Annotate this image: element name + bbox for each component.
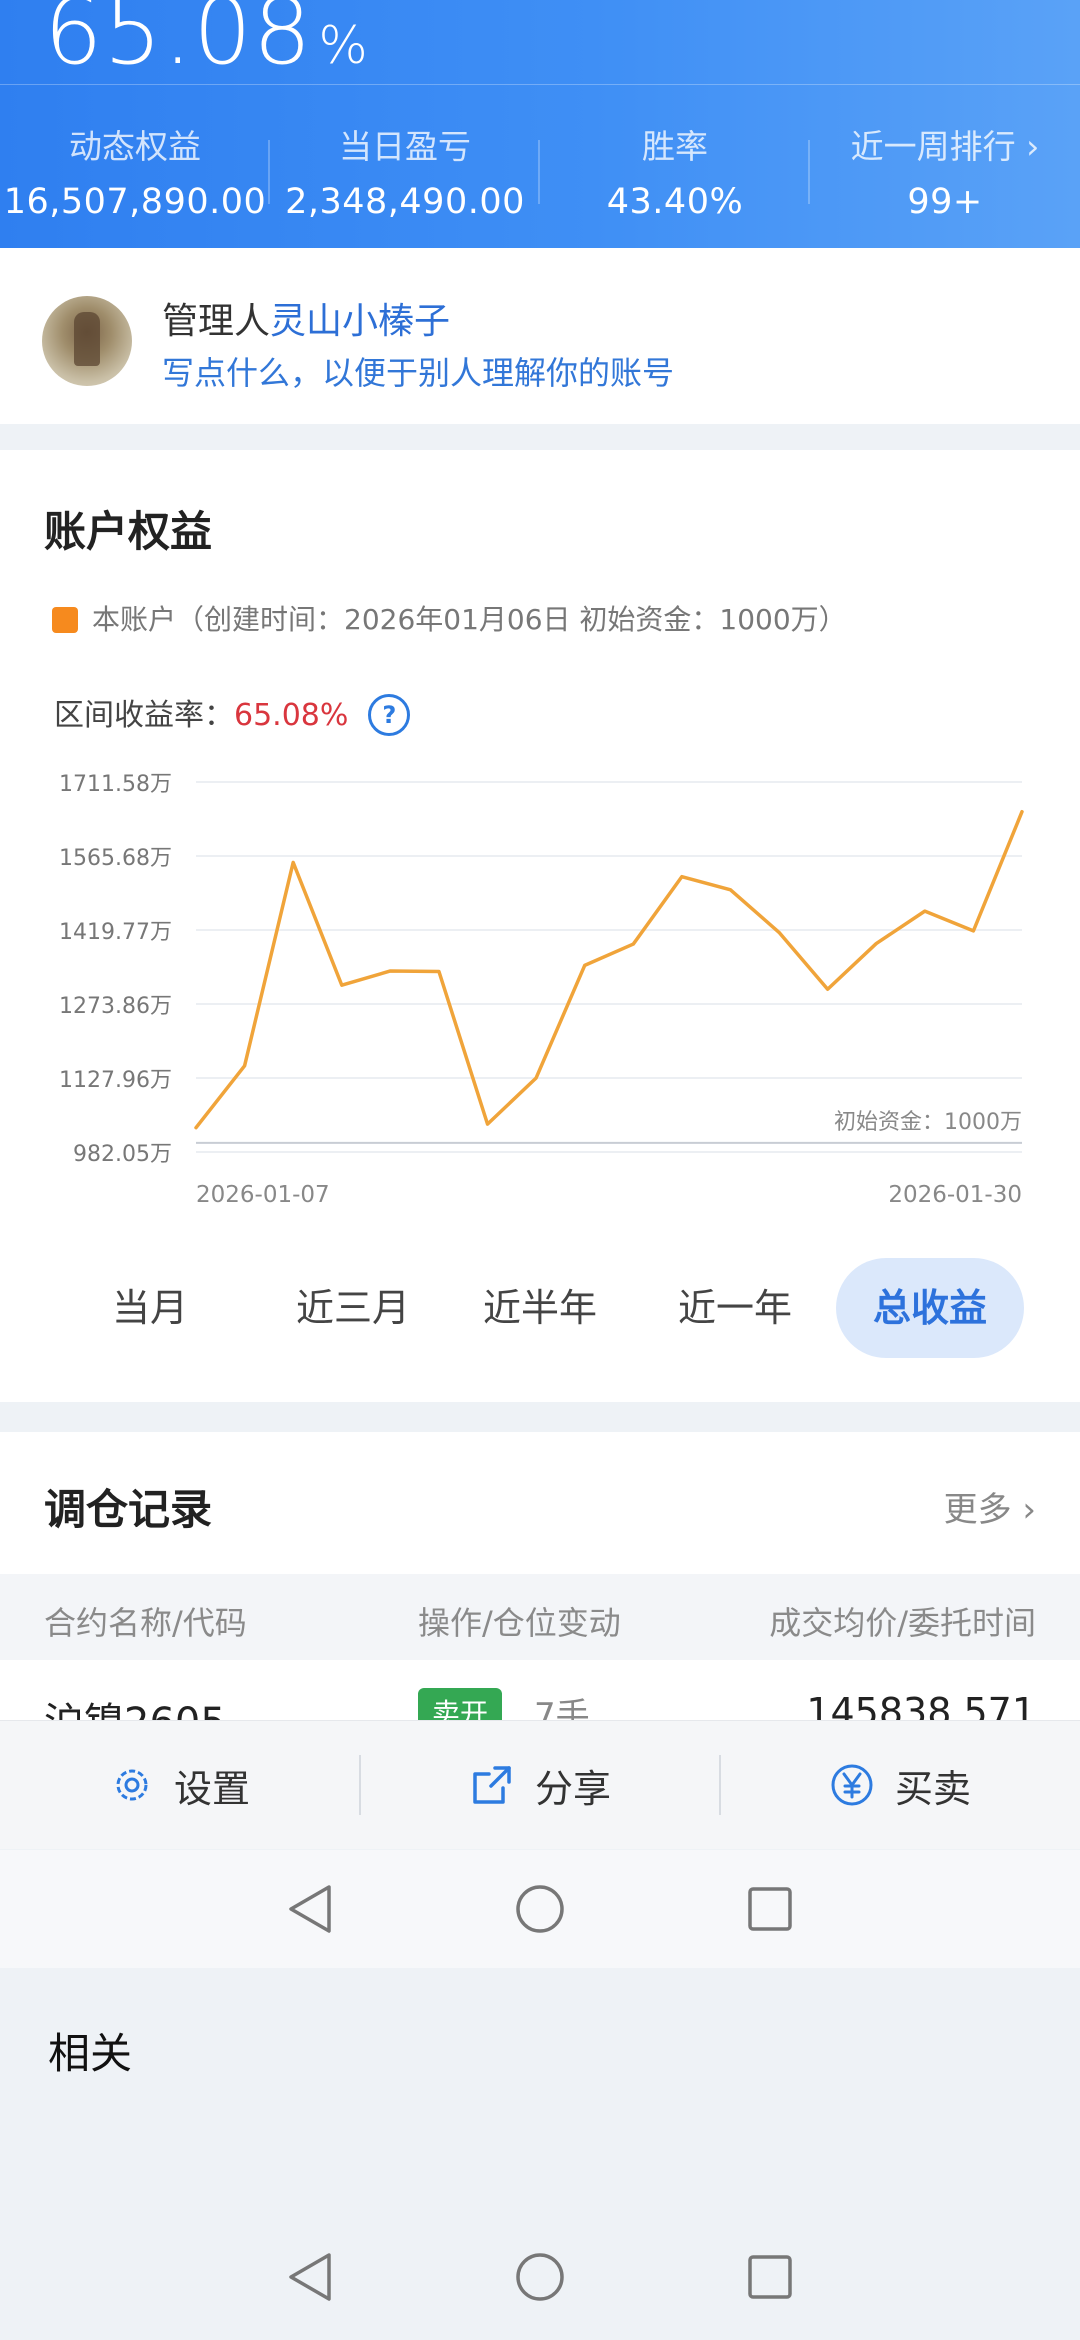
interval-return-value: 65.08% [234,698,349,733]
trade-button[interactable]: 买卖 [720,1721,1080,1849]
trades-title: 调仓记录 [44,1485,213,1534]
total-return: 65.08% [44,0,369,85]
stat-dynamic-equity: 动态权益 16,507,890.00 [0,120,270,222]
y-tick-label: 1127.96万 [59,1068,172,1093]
nav-recents-button[interactable] [655,2253,885,2301]
tab-three-months[interactable]: 近三月 [268,1258,438,1358]
column-header-operation: 操作/仓位变动 [418,1604,621,1642]
nav-back-button[interactable] [195,1883,425,1935]
sell-open-badge: 卖开 [418,1688,503,1722]
settings-label: 设置 [173,1766,250,1811]
tab-half-year[interactable]: 近半年 [465,1258,615,1358]
stat-weekly-rank[interactable]: 近一周排行 › 99+ [810,120,1080,222]
home-circle-icon [516,1885,564,1933]
nav-home-button[interactable] [425,1883,655,1935]
chart-legend: 本账户（创建时间：2026年01月06日 初始资金：1000万） [52,598,847,638]
tab-current-month[interactable]: 当月 [80,1258,220,1358]
y-tick-label: 1419.77万 [59,920,172,945]
trade-records-card: 调仓记录 更多 › 合约名称/代码 操作/仓位变动 成交均价/委托时间 沪镍26… [0,1432,1080,1722]
stat-daily-pnl: 当日盈亏 2,348,490.00 [270,120,540,222]
share-label: 分享 [534,1766,611,1811]
manager-name[interactable]: 灵山小榛子 [270,301,450,342]
bio-input[interactable]: 写点什么，以便于别人理解你的账号 [162,348,674,394]
settings-button[interactable]: 设置 [0,1721,360,1849]
stat-label: 动态权益 [69,127,201,166]
yen-icon [831,1764,873,1806]
stat-label: 当日盈亏 [339,127,471,166]
y-tick-label: 1273.86万 [59,994,172,1019]
share-button[interactable]: 分享 [360,1721,720,1849]
y-tick-label: 1565.68万 [59,846,172,871]
account-summary-header: 65.08% 动态权益 16,507,890.00 当日盈亏 2,348,490… [0,0,1080,248]
tab-total-return[interactable]: 总收益 [836,1258,1024,1358]
avg-price: 145838.571 [806,1690,1036,1722]
nav-recents-button[interactable] [655,1885,885,1933]
trade-label: 买卖 [894,1766,971,1811]
x-tick-label: 2026-01-07 [196,1182,330,1208]
gear-icon [116,1769,148,1801]
equity-title: 账户权益 [44,507,213,556]
related-section-title: 相关 [48,2029,133,2078]
system-nav-bar [0,2218,1080,2336]
equity-chart: 1711.58万 1565.68万 1419.77万 1273.86万 1127.96万… [59,772,1024,1208]
contract-name[interactable]: 沪镍2605 [44,1690,226,1722]
x-tick-label: 2026-01-30 [888,1182,1022,1208]
total-return-unit: % [318,16,369,76]
recents-square-icon [748,1887,792,1931]
back-triangle-icon [289,2253,331,2301]
stat-value: 43.40% [606,182,744,222]
table-header: 合约名称/代码 操作/仓位变动 成交均价/委托时间 [0,1574,1080,1660]
legend-text: 本账户（创建时间：2026年01月06日 初始资金：1000万） [92,603,847,636]
manager-card: 管理人灵山小榛子 写点什么，以便于别人理解你的账号 [0,248,1080,424]
share-icon [473,1766,511,1804]
total-return-value: 65.08 [44,0,313,85]
legend-swatch [52,607,78,633]
interval-return: 区间收益率：65.08%? [54,690,411,736]
system-nav-bar [0,1850,1080,1968]
stat-label: 胜率 [642,127,708,166]
range-tabs: 当月 近三月 近半年 近一年 总收益 [0,1258,1080,1358]
manager-name-line: 管理人灵山小榛子 [162,292,450,344]
baseline-label: 初始资金：1000万 [834,1110,1022,1135]
stat-value: 16,507,890.00 [3,182,267,222]
avatar[interactable] [42,296,132,386]
help-icon[interactable]: ? [368,694,411,736]
home-circle-icon [516,2253,564,2301]
series-line [194,809,1024,1130]
position-change: 7手 [534,1696,590,1722]
manager-prefix: 管理人 [162,301,271,342]
equity-card: 账户权益 本账户（创建时间：2026年01月06日 初始资金：1000万） 区间… [0,450,1080,1402]
stat-value: 99+ [907,182,983,222]
column-header-contract: 合约名称/代码 [44,1604,247,1642]
tab-one-year[interactable]: 近一年 [660,1258,810,1358]
stat-label: 近一周排行 › [850,127,1040,166]
y-tick-label: 1711.58万 [59,772,172,797]
stat-win-rate: 胜率 43.40% [540,120,810,222]
more-link[interactable]: 更多 › [944,1482,1036,1531]
stat-value: 2,348,490.00 [285,182,525,222]
interval-return-label: 区间收益率： [54,698,234,733]
column-header-price: 成交均价/委托时间 [769,1604,1036,1642]
y-tick-label: 982.05万 [73,1142,172,1167]
nav-home-button[interactable] [425,2251,655,2303]
bottom-action-bar: 设置 分享 买卖 [0,1720,1080,1849]
header-divider [0,84,1080,85]
nav-back-button[interactable] [195,2251,425,2303]
back-triangle-icon [289,1885,331,1933]
recents-square-icon [748,2255,792,2299]
